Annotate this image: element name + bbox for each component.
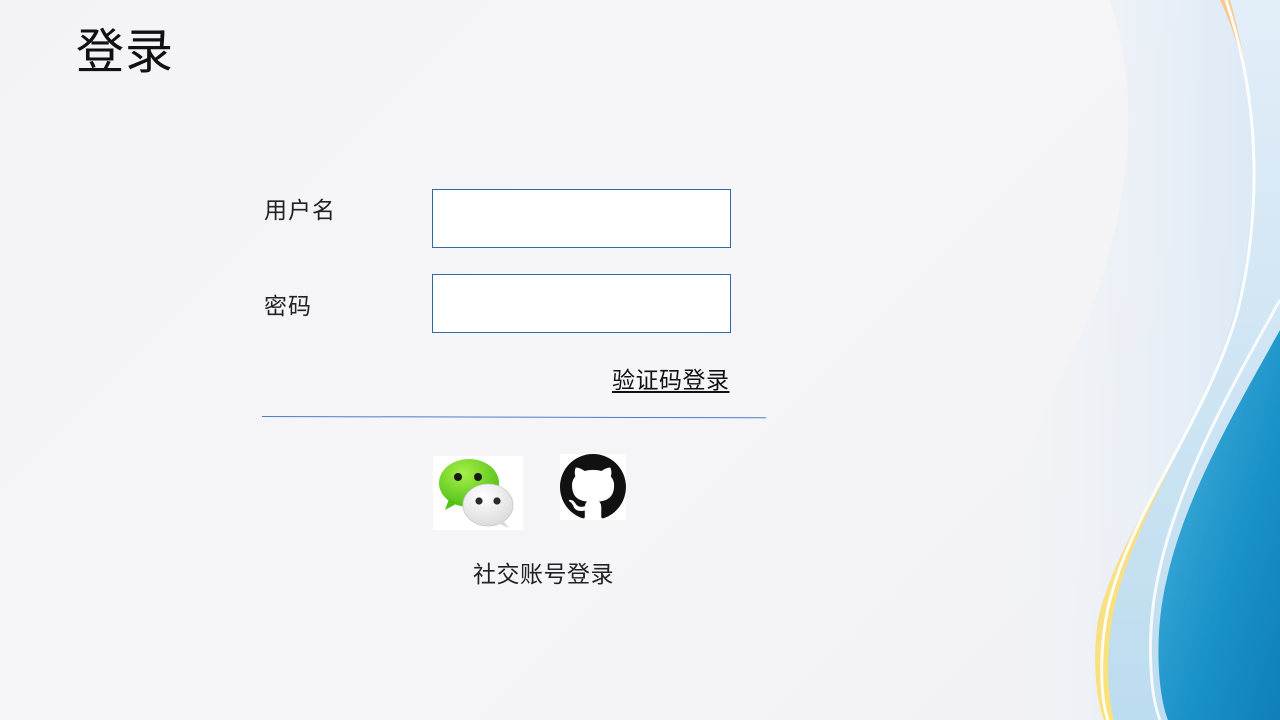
background-wave-decoration: [1013, 0, 1280, 720]
login-slide: 登录 用户名 密码 验证码登录 社交账号登录: [0, 0, 1280, 720]
password-input[interactable]: [432, 274, 731, 333]
username-label: 用户名: [264, 198, 336, 224]
wechat-icon: [439, 459, 514, 528]
verification-code-login-link[interactable]: 验证码登录: [612, 366, 730, 396]
github-login-button[interactable]: [560, 454, 626, 520]
page-title: 登录: [76, 24, 175, 80]
password-label: 密码: [264, 294, 312, 320]
github-icon: [560, 454, 626, 519]
wechat-login-button[interactable]: [433, 456, 523, 530]
social-login-label: 社交账号登录: [473, 562, 614, 588]
username-input[interactable]: [432, 189, 731, 248]
